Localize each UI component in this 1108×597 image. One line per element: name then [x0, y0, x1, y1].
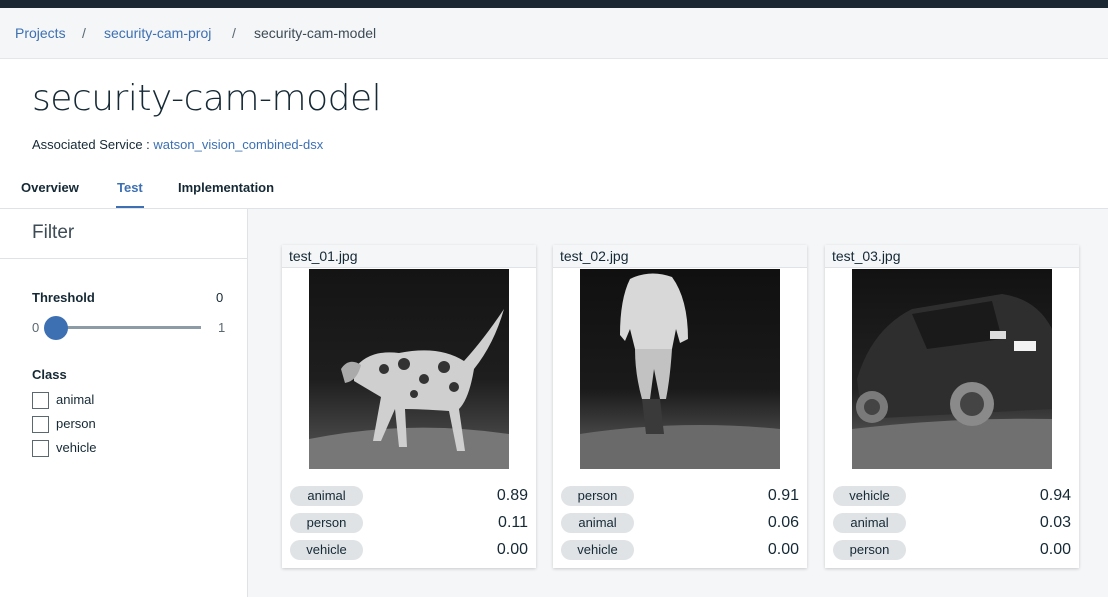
class-pill: vehicle [561, 540, 634, 560]
associated-service: Associated Service : watson_vision_combi… [32, 137, 323, 152]
slider-min-label: 0 [32, 320, 40, 335]
filter-title: Filter [32, 222, 75, 243]
page-title: security-cam-model [32, 78, 382, 119]
prediction-row: person 0.00 [825, 540, 1079, 564]
service-link[interactable]: watson_vision_combined-dsx [153, 137, 323, 152]
prediction-row: animal 0.89 [282, 486, 536, 510]
prediction-score: 0.00 [767, 541, 799, 558]
person-photo [580, 269, 780, 469]
prediction-row: person 0.91 [553, 486, 807, 510]
class-pill: person [561, 486, 634, 506]
checkbox-label: person [56, 416, 96, 431]
prediction-row: vehicle 0.00 [553, 540, 807, 564]
prediction-row: vehicle 0.00 [282, 540, 536, 564]
class-pill: person [833, 540, 906, 560]
result-card[interactable]: test_01.jpg animal 0.89 person 0.11 vehi… [282, 245, 536, 568]
threshold-slider-track[interactable] [46, 326, 201, 329]
top-bar [0, 0, 1108, 8]
prediction-row: animal 0.06 [553, 513, 807, 537]
filter-sidebar: Filter Threshold 0 0 1 Class animal pers… [0, 209, 248, 597]
checkbox[interactable] [32, 416, 49, 433]
results-panel: test_01.jpg animal 0.89 person 0.11 vehi… [248, 209, 1108, 597]
prediction-row: person 0.11 [282, 513, 536, 537]
prediction-row: animal 0.03 [825, 513, 1079, 537]
breadcrumb-separator: / [232, 25, 236, 41]
prediction-score: 0.03 [1039, 514, 1071, 531]
threshold-value: 0 [216, 290, 224, 305]
divider [0, 258, 247, 259]
card-filename: test_01.jpg [289, 248, 358, 264]
vehicle-photo [852, 269, 1052, 469]
threshold-slider-handle[interactable] [44, 316, 68, 340]
breadcrumb-separator: / [82, 25, 86, 41]
result-card[interactable]: test_02.jpg person 0.91 animal 0.06 vehi… [553, 245, 807, 568]
prediction-score: 0.06 [767, 514, 799, 531]
tab-overview[interactable]: Overview [21, 180, 79, 206]
checkbox[interactable] [32, 392, 49, 409]
result-card[interactable]: test_03.jpg vehicle 0.94 animal 0.03 per… [825, 245, 1079, 568]
checkbox-label: animal [56, 392, 95, 407]
dog-photo [309, 269, 509, 469]
prediction-row: vehicle 0.94 [825, 486, 1079, 510]
card-header: test_02.jpg [553, 245, 807, 268]
prediction-score: 0.00 [1039, 541, 1071, 558]
card-filename: test_03.jpg [832, 248, 901, 264]
prediction-score: 0.89 [496, 487, 528, 504]
breadcrumb-link-project[interactable]: security-cam-proj [104, 25, 211, 41]
threshold-label: Threshold [32, 290, 95, 305]
breadcrumb: Projects / security-cam-proj / security-… [0, 8, 1108, 59]
service-label: Associated Service : [32, 137, 150, 152]
prediction-score: 0.91 [767, 487, 799, 504]
class-pill: animal [561, 513, 634, 533]
card-filename: test_02.jpg [560, 248, 629, 264]
prediction-score: 0.11 [498, 514, 528, 531]
prediction-score: 0.94 [1039, 487, 1071, 504]
tab-bar: Overview Test Implementation [0, 172, 1108, 209]
class-pill: animal [833, 513, 906, 533]
checkbox[interactable] [32, 440, 49, 457]
class-pill: animal [290, 486, 363, 506]
card-header: test_03.jpg [825, 245, 1079, 268]
prediction-score: 0.00 [496, 541, 528, 558]
class-pill: vehicle [833, 486, 906, 506]
class-pill: person [290, 513, 363, 533]
card-header: test_01.jpg [282, 245, 536, 268]
breadcrumb-current: security-cam-model [254, 25, 377, 41]
tab-implementation[interactable]: Implementation [178, 180, 274, 206]
tab-test[interactable]: Test [116, 180, 144, 208]
class-pill: vehicle [290, 540, 363, 560]
slider-max-label: 1 [218, 320, 226, 335]
class-label: Class [32, 367, 67, 382]
breadcrumb-link-projects[interactable]: Projects [15, 25, 66, 41]
checkbox-label: vehicle [56, 440, 97, 455]
